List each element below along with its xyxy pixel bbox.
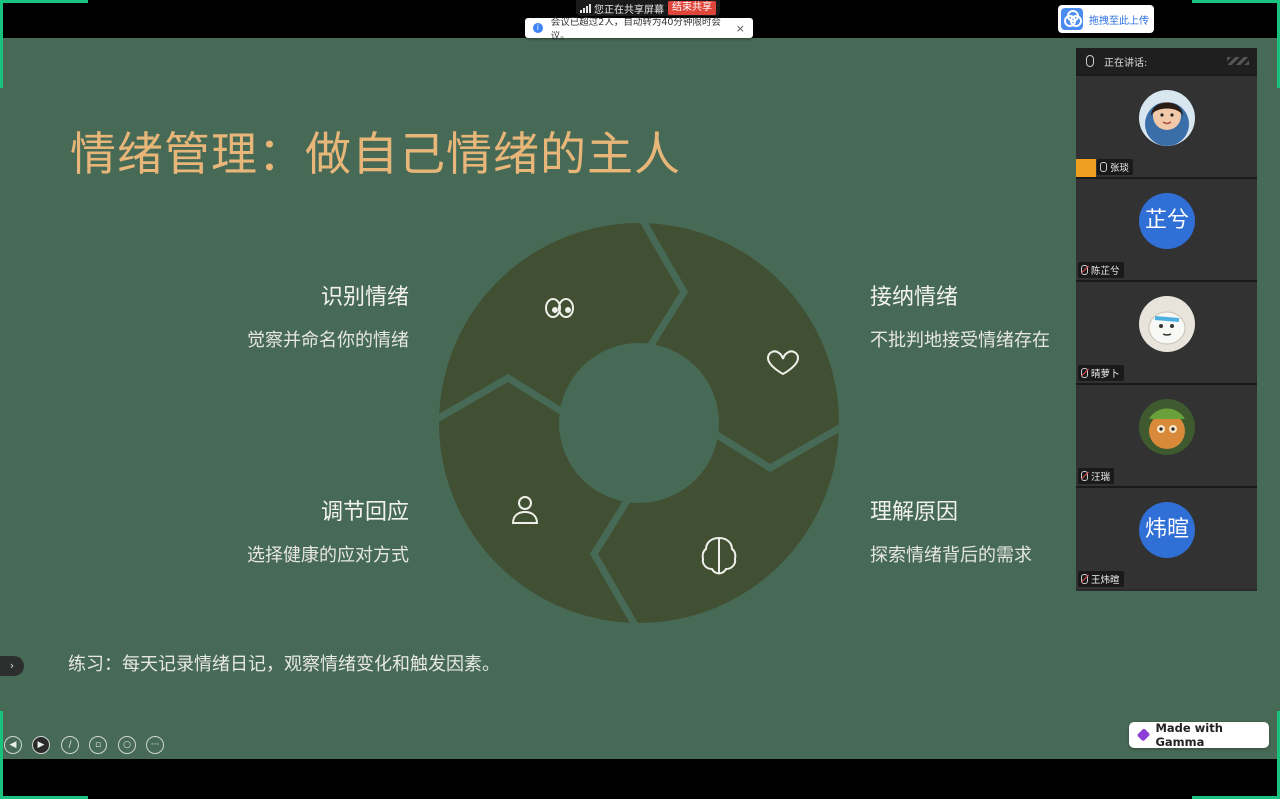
participant-tile[interactable]: 炜暄 王炜暄 bbox=[1076, 486, 1257, 589]
upload-label: 拖拽至此上传 bbox=[1089, 15, 1149, 27]
step-heading-identify: 识别情绪 bbox=[320, 285, 409, 310]
share-border-corner bbox=[0, 0, 3, 88]
participant-name-tag: 王炜暄 bbox=[1078, 571, 1124, 587]
step-desc-regulate: 选择健康的应对方式 bbox=[247, 545, 409, 566]
avatar bbox=[1139, 90, 1195, 146]
more-icon[interactable]: ··· bbox=[146, 736, 164, 754]
avatar bbox=[1139, 296, 1195, 352]
avatar-photo bbox=[1139, 399, 1195, 455]
step-desc-accept: 不批判地接受情绪存在 bbox=[870, 330, 1050, 351]
speaking-header: 正在讲话: bbox=[1076, 48, 1257, 74]
info-icon: i bbox=[533, 23, 543, 33]
signal-icon bbox=[580, 3, 591, 13]
host-icon bbox=[1076, 159, 1096, 177]
gamma-badge-label: Made with Gamma bbox=[1155, 721, 1223, 749]
slide-title: 情绪管理：做自己情绪的主人 bbox=[70, 127, 681, 181]
step-desc-understand: 探索情绪背后的需求 bbox=[870, 545, 1032, 566]
avatar bbox=[1139, 399, 1195, 455]
share-border-corner bbox=[0, 0, 88, 3]
upload-drop-button[interactable]: 拖拽至此上传 bbox=[1058, 5, 1154, 33]
play-icon[interactable]: ▶ bbox=[32, 736, 50, 754]
prev-icon[interactable]: ◀ bbox=[4, 736, 22, 754]
participant-tile[interactable]: 芷兮 陈芷兮 bbox=[1076, 177, 1257, 280]
participant-tile[interactable]: 汪瑞 bbox=[1076, 383, 1257, 486]
participant-tile[interactable]: 张琰 bbox=[1076, 74, 1257, 177]
avatar: 炜暄 bbox=[1139, 502, 1195, 558]
share-border-corner bbox=[1192, 0, 1280, 3]
cycle-center bbox=[559, 343, 719, 503]
notice-text: 会议已超过2人，自动转为40分钟限时会议。 bbox=[550, 17, 721, 42]
copy-icon[interactable]: ▫ bbox=[89, 736, 107, 754]
speaking-label: 正在讲话: bbox=[1104, 57, 1148, 69]
step-heading-regulate: 调节回应 bbox=[320, 500, 409, 525]
meeting-limit-notice: i 会议已超过2人，自动转为40分钟限时会议。 × bbox=[525, 17, 753, 42]
made-with-gamma-badge[interactable]: Made with Gamma bbox=[1129, 721, 1269, 749]
expand-panel-tab[interactable]: › bbox=[0, 656, 24, 676]
participant-name-tag: 汪瑞 bbox=[1078, 468, 1115, 484]
pen-icon[interactable]: / bbox=[61, 736, 79, 754]
practice-note: 练习：每天记录情绪日记，观察情绪变化和触发因素。 bbox=[68, 654, 500, 675]
mic-icon bbox=[1086, 55, 1094, 67]
mic-icon bbox=[1100, 162, 1107, 172]
zoom-icon[interactable]: ○ bbox=[118, 736, 136, 754]
end-share-button[interactable]: 结束共享 bbox=[668, 1, 716, 15]
step-heading-understand: 理解原因 bbox=[870, 500, 959, 525]
bottom-bar bbox=[0, 759, 1280, 799]
participant-name-tag: 陈芷兮 bbox=[1078, 262, 1124, 278]
close-icon[interactable]: × bbox=[736, 22, 745, 35]
cloud-icon bbox=[1061, 8, 1083, 30]
emotion-cycle-diagram bbox=[435, 219, 843, 627]
step-heading-accept: 接纳情绪 bbox=[870, 285, 959, 310]
avatar-photo bbox=[1139, 296, 1195, 352]
step-desc-identify: 觉察并命名你的情绪 bbox=[247, 330, 409, 351]
avatar-photo bbox=[1139, 90, 1195, 146]
share-border-corner bbox=[0, 711, 3, 799]
participant-name-tag: 张琰 bbox=[1097, 159, 1134, 175]
participant-name-tag: 晴萝卜 bbox=[1078, 365, 1124, 381]
gamma-logo-icon bbox=[1136, 728, 1151, 742]
participant-tile[interactable]: 晴萝卜 bbox=[1076, 280, 1257, 383]
avatar: 芷兮 bbox=[1139, 193, 1195, 249]
participants-panel: 正在讲话: 张琰 芷兮 陈芷兮 晴萝卜 汪瑞 炜暄 王炜暄 bbox=[1076, 48, 1257, 591]
mic-muted-icon bbox=[1081, 265, 1088, 275]
speaking-indicator-icon bbox=[1227, 57, 1249, 65]
mic-muted-icon bbox=[1081, 368, 1088, 378]
mic-muted-icon bbox=[1081, 471, 1088, 481]
mic-muted-icon bbox=[1081, 574, 1088, 584]
